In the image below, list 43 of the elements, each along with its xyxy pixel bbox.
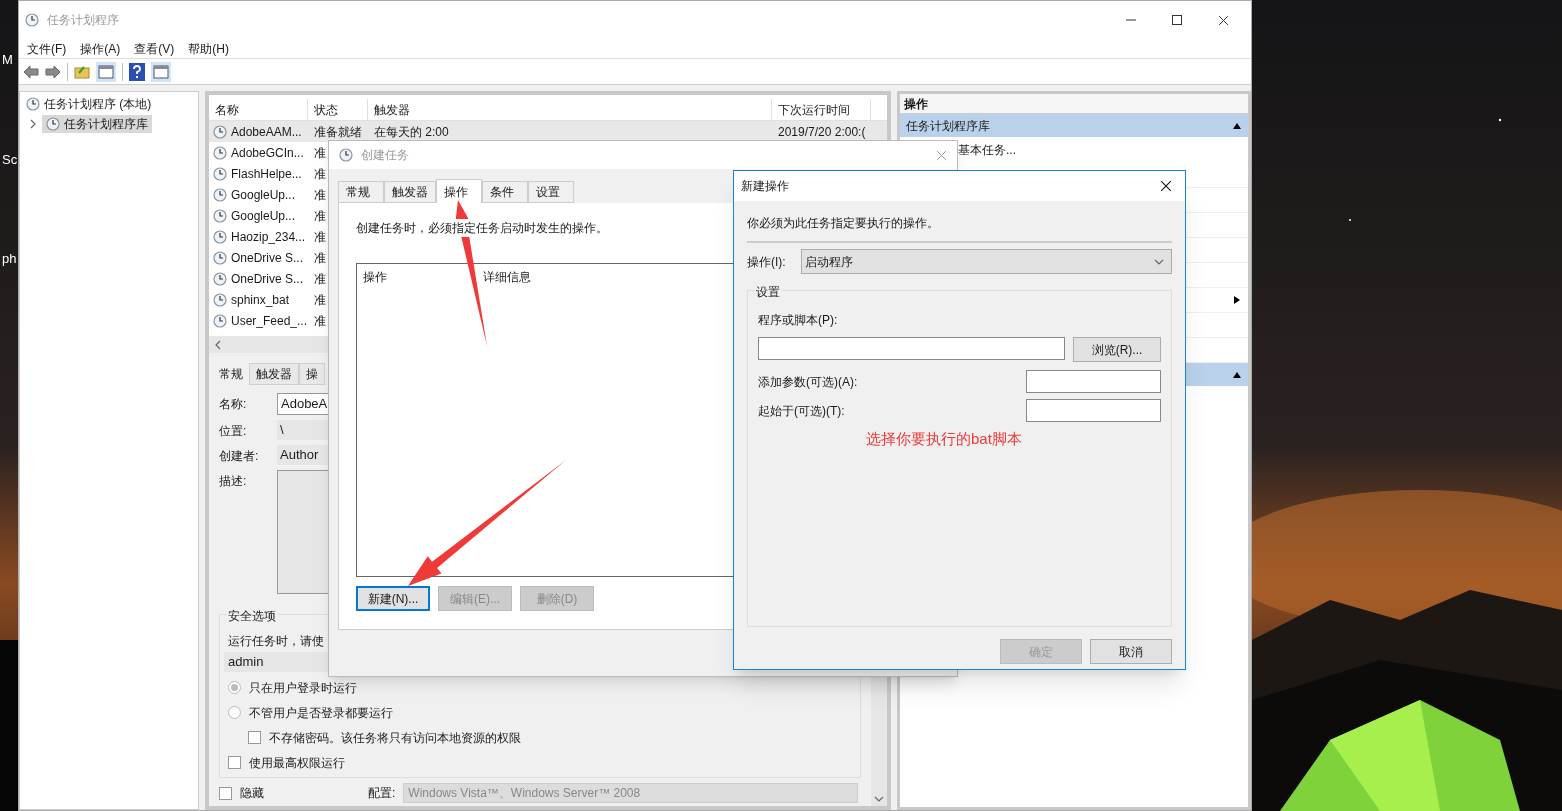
field-label: 名称: bbox=[219, 396, 248, 413]
field-label: 起始于(可选)(T): bbox=[758, 402, 845, 420]
option-label: 只在用户登录时运行 bbox=[249, 679, 357, 697]
option-label: 使用最高权限运行 bbox=[249, 754, 345, 772]
group-title: 安全选项 bbox=[226, 607, 278, 625]
table-cell: 准 bbox=[314, 208, 326, 223]
table-cell-text: OneDrive S... bbox=[231, 270, 304, 288]
table-cell: 在每天的 2:00 bbox=[374, 124, 449, 139]
table-cell-text: GoogleUp... bbox=[231, 186, 296, 204]
field-label: 添加参数(可选)(A): bbox=[758, 373, 858, 391]
table-cell: 准 bbox=[314, 271, 326, 286]
table-cell: 准 bbox=[314, 313, 326, 328]
field-label: 描述: bbox=[219, 473, 248, 490]
table-cell-text: sphinx_bat bbox=[231, 291, 290, 309]
prompt-text: 运行任务时，请使 bbox=[228, 633, 325, 650]
table-cell: 准 bbox=[314, 166, 326, 181]
dialog-title: 新建操作 bbox=[741, 178, 789, 195]
field-label: 创建者: bbox=[219, 448, 260, 465]
table-cell: 准 bbox=[314, 229, 326, 244]
option-label: 不管用户是否登录都要运行 bbox=[249, 704, 393, 722]
table-cell-text: OneDrive S... bbox=[231, 249, 304, 267]
table-cell: 准 bbox=[314, 145, 326, 160]
table-cell-text: Haozip_234... bbox=[231, 228, 306, 246]
table-cell: 准 bbox=[314, 250, 326, 265]
dialog-title: 创建任务 bbox=[361, 147, 409, 164]
table-cell-text: FlashHelpe... bbox=[231, 165, 302, 183]
field-label: 配置: bbox=[368, 785, 396, 802]
group-title: 设置 bbox=[754, 283, 782, 301]
window-title: 任务计划程序 bbox=[47, 12, 119, 29]
table-cell: 准备就绪 bbox=[314, 124, 362, 139]
option-label: 隐藏 bbox=[240, 785, 265, 802]
table-cell: 准 bbox=[314, 292, 326, 307]
table-cell: 2019/7/20 2:00:( bbox=[778, 124, 866, 139]
field-label: 位置: bbox=[219, 423, 248, 440]
table-cell-text: AdobeGCIn... bbox=[231, 144, 304, 162]
pane-header: 操作 bbox=[900, 94, 1248, 114]
table-cell: 准 bbox=[314, 187, 326, 202]
option-label: 不存储密码。该任务将只有访问本地资源的权限 bbox=[269, 729, 521, 747]
table-cell-text: User_Feed_... bbox=[231, 312, 308, 330]
field-label: 程序或脚本(P): bbox=[758, 312, 839, 329]
instruction-text: 你必须为此任务指定要执行的操作。 bbox=[747, 201, 1172, 243]
table-cell-text: AdobeAAM... bbox=[231, 123, 302, 141]
table-cell-text: GoogleUp... bbox=[231, 207, 296, 225]
